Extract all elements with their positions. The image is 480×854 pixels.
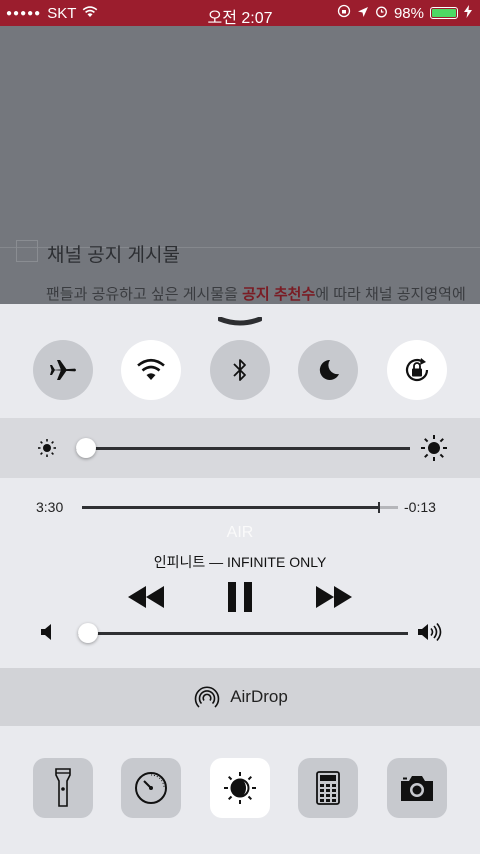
description-prefix: 팬들과 공유하고 싶은 게시물을 (46, 286, 243, 303)
airplane-icon (50, 360, 76, 380)
camera-button[interactable] (387, 758, 447, 818)
night-shift-button[interactable] (210, 758, 270, 818)
grabber-chevron-icon[interactable] (218, 317, 262, 327)
alarm-icon (375, 5, 388, 22)
notice-description: 팬들과 공유하고 싶은 게시물을 공지 추천수에 따라 채널 공지영역에 (46, 283, 466, 304)
location-icon (357, 5, 369, 22)
camera-icon (401, 776, 433, 801)
music-section: 3:30 -0:13 AIR 인피니트 — INFINITE ONLY (0, 478, 480, 668)
wifi-toggle[interactable] (121, 340, 181, 400)
flashlight-button[interactable] (33, 758, 93, 818)
airdrop-icon (194, 686, 220, 708)
brightness-high-icon (421, 435, 447, 461)
wifi-icon (137, 358, 165, 380)
description-suffix: 에 따라 채널 공지영역에 (315, 286, 466, 303)
brightness-section (0, 418, 480, 478)
volume-slider-knob[interactable] (77, 623, 98, 643)
do-not-disturb-toggle[interactable] (298, 340, 358, 400)
charging-icon (464, 4, 472, 22)
bluetooth-toggle[interactable] (210, 340, 270, 400)
battery-percent: 98% (393, 4, 424, 22)
fast-forward-icon (316, 586, 352, 608)
pause-icon (228, 582, 252, 612)
brightness-slider-track[interactable] (76, 447, 410, 450)
airdrop-button[interactable]: AirDrop (0, 668, 480, 726)
brightness-slider-knob[interactable] (76, 438, 97, 458)
bluetooth-icon (233, 359, 246, 381)
brightness-low-icon (38, 439, 56, 457)
elapsed-time: 3:30 (36, 499, 64, 515)
rewind-button[interactable] (126, 582, 166, 612)
moon-icon (319, 359, 339, 380)
remaining-time: -0:13 (404, 499, 436, 515)
notice-checkbox-label: 채널 공지 게시물 (47, 245, 180, 266)
calculator-icon (316, 771, 340, 805)
calculator-button[interactable] (298, 758, 358, 818)
night-shift-icon (224, 772, 256, 804)
description-highlight: 공지 추천수 (242, 286, 316, 303)
status-right: 98% (337, 4, 472, 22)
timer-icon (135, 772, 167, 804)
volume-high-icon (418, 623, 442, 641)
artist-album[interactable]: 인피니트 — INFINITE ONLY (0, 552, 480, 572)
flashlight-icon (55, 768, 71, 807)
rotation-lock-status-icon (337, 4, 351, 22)
notice-checkbox[interactable] (16, 240, 38, 262)
airplane-mode-toggle[interactable] (33, 340, 93, 400)
rotation-lock-icon (405, 358, 429, 382)
pause-button[interactable] (222, 580, 258, 614)
song-title[interactable]: AIR (0, 524, 480, 542)
scrubber-head[interactable] (378, 502, 381, 513)
airdrop-label: AirDrop (230, 687, 288, 706)
toggle-row (0, 340, 480, 406)
volume-low-icon (41, 624, 51, 640)
volume-slider-track[interactable] (78, 632, 408, 635)
timer-button[interactable] (121, 758, 181, 818)
battery-icon (430, 7, 458, 19)
fast-forward-button[interactable] (314, 582, 354, 612)
control-center: 3:30 -0:13 AIR 인피니트 — INFINITE ONLY AirD… (0, 304, 480, 854)
scrubber-track[interactable] (82, 502, 398, 513)
scrubber-progress (82, 506, 380, 509)
rewind-icon (128, 586, 164, 608)
status-bar: ●●●●● SKT 오전 2:07 98% (0, 0, 480, 27)
quick-tools-row (0, 726, 480, 854)
rotation-lock-toggle[interactable] (387, 340, 447, 400)
